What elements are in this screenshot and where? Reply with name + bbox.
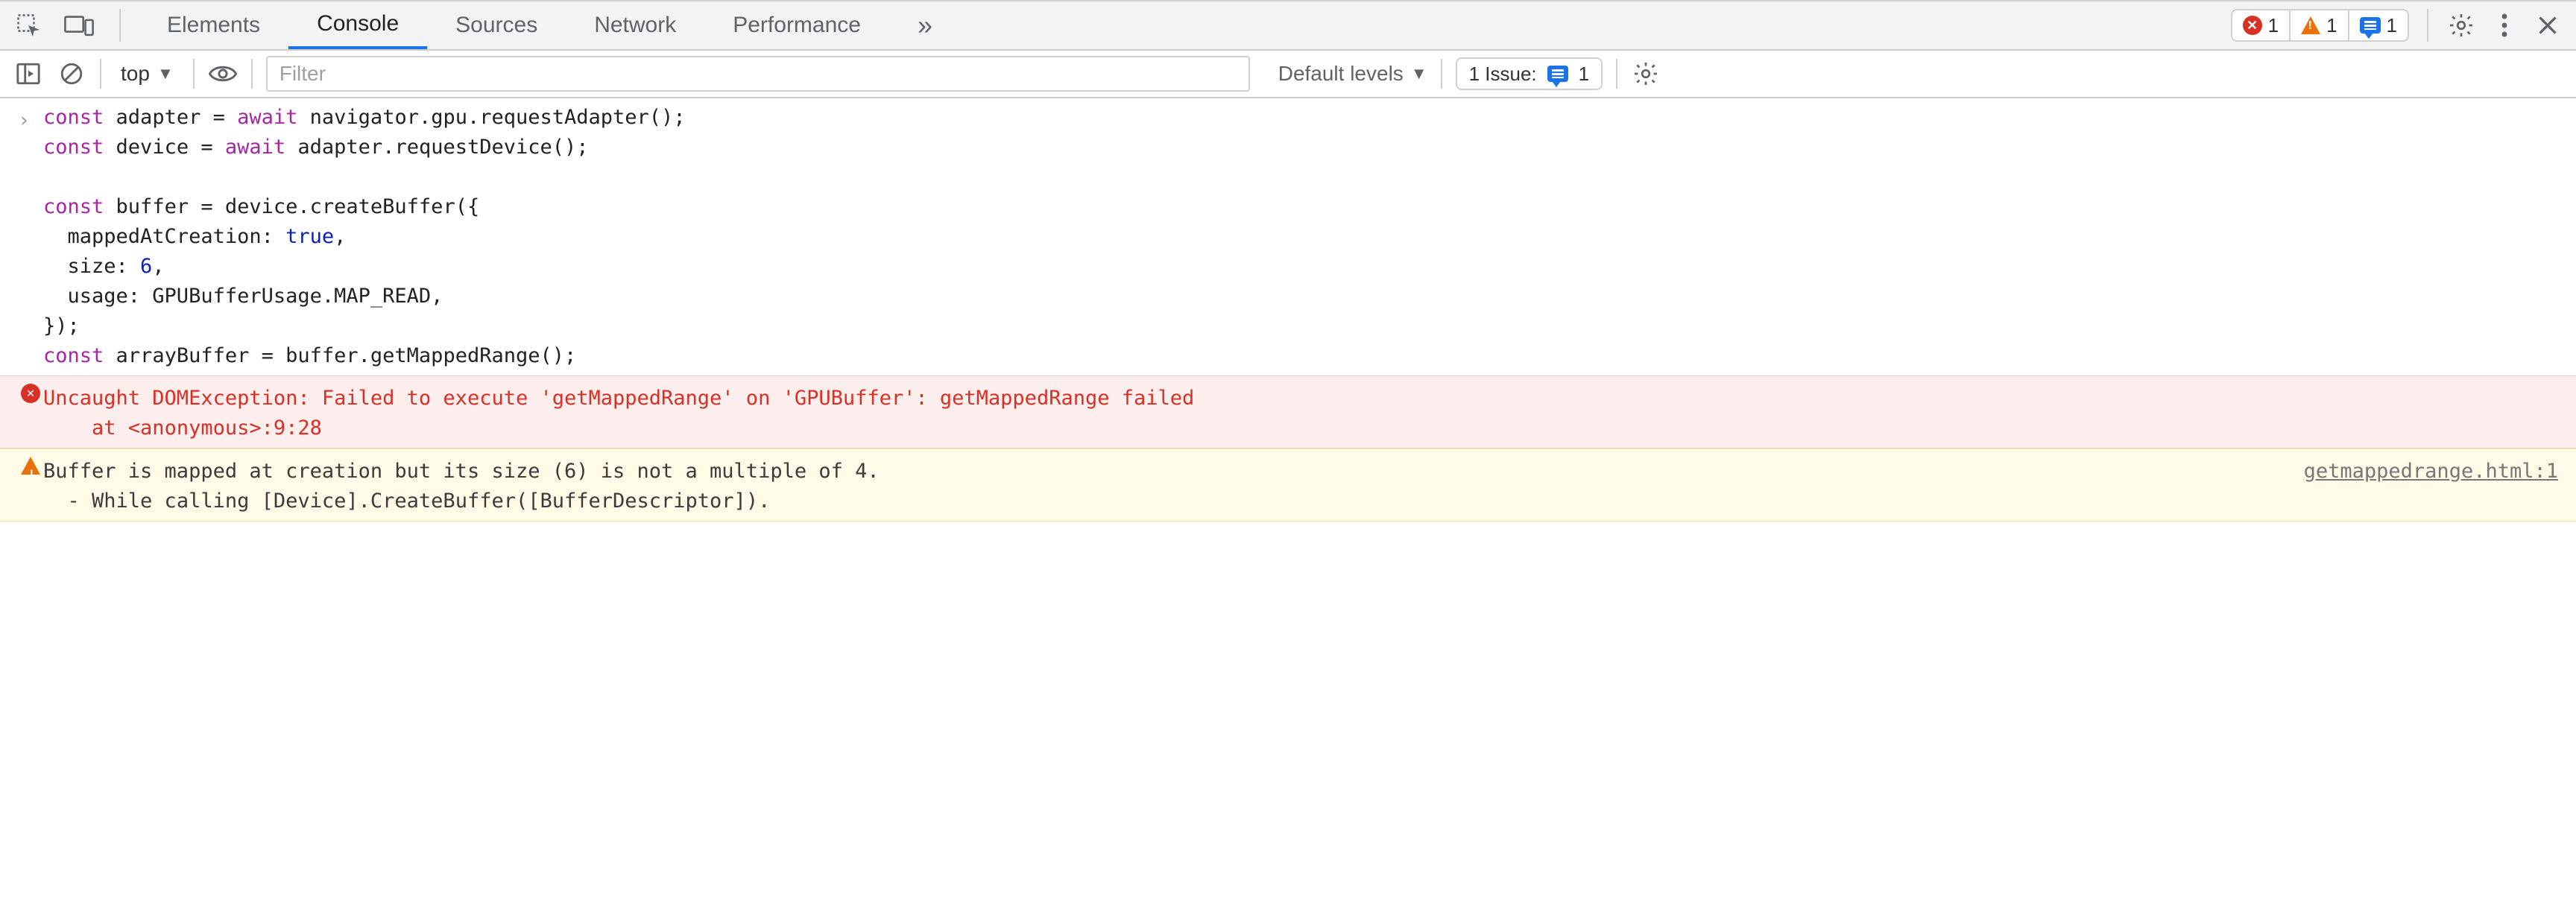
issues-count: 1	[1579, 63, 1589, 86]
console-error-entry[interactable]: ✕ Uncaught DOMException: Failed to execu…	[0, 375, 2576, 449]
dropdown-icon: ▼	[1411, 64, 1427, 83]
inspect-icon[interactable]	[13, 10, 43, 40]
issues-label: 1 Issue:	[1469, 63, 1537, 86]
tab-performance[interactable]: Performance	[704, 1, 889, 49]
info-count-badge[interactable]: 1	[2348, 10, 2408, 40]
warning-source-link[interactable]: getmappedrange.html:1	[2282, 454, 2558, 516]
message-counts[interactable]: ✕ 1 1 1	[2231, 9, 2409, 42]
toggle-sidebar-icon[interactable]	[13, 59, 43, 89]
info-icon	[1547, 66, 1568, 82]
console-warning-entry[interactable]: Buffer is mapped at creation but its siz…	[0, 449, 2576, 522]
separator	[100, 59, 101, 89]
log-levels-selector[interactable]: Default levels ▼	[1278, 62, 1427, 86]
warning-message: Buffer is mapped at creation but its siz…	[43, 454, 2282, 516]
separator	[119, 9, 121, 42]
info-count: 1	[2387, 14, 2397, 37]
error-icon: ✕	[2243, 16, 2262, 35]
error-count: 1	[2268, 14, 2279, 37]
devtools-tabstrip: Elements Console Sources Network Perform…	[0, 0, 2576, 51]
dropdown-icon: ▼	[157, 64, 174, 83]
issues-counter[interactable]: 1 Issue: 1	[1456, 57, 1603, 90]
warning-icon	[18, 454, 43, 516]
panel-tabs: Elements Console Sources Network Perform…	[139, 1, 961, 49]
more-tabs-button[interactable]: »	[889, 1, 961, 49]
tab-elements[interactable]: Elements	[139, 1, 288, 49]
console-input-code: const adapter = await navigator.gpu.requ…	[43, 103, 686, 371]
live-expression-eye-icon[interactable]	[208, 59, 238, 89]
console-toolbar: top ▼ Default levels ▼ 1 Issue: 1	[0, 51, 2576, 98]
device-toolbar-icon[interactable]	[64, 10, 94, 40]
context-label: top	[121, 62, 150, 86]
console-settings-gear-icon[interactable]	[1631, 59, 1661, 89]
kebab-menu-icon[interactable]	[2490, 10, 2519, 40]
separator	[1616, 59, 1617, 89]
warning-icon	[2301, 16, 2320, 34]
execution-context-selector[interactable]: top ▼	[115, 62, 180, 86]
error-icon: ✕	[18, 381, 43, 443]
separator	[251, 59, 253, 89]
info-icon	[2360, 17, 2381, 34]
tab-sources[interactable]: Sources	[427, 1, 566, 49]
tabstrip-leading	[0, 1, 139, 49]
levels-label: Default levels	[1278, 62, 1404, 86]
separator	[193, 59, 195, 89]
console-filter-input[interactable]	[266, 56, 1250, 92]
tabstrip-trailing: ✕ 1 1 1	[2217, 1, 2576, 49]
prompt-icon: ›	[18, 103, 43, 371]
console-output: › const adapter = await navigator.gpu.re…	[0, 98, 2576, 900]
tab-console[interactable]: Console	[288, 1, 427, 49]
error-count-badge[interactable]: ✕ 1	[2232, 10, 2289, 40]
console-input-entry[interactable]: › const adapter = await navigator.gpu.re…	[0, 98, 2576, 375]
tab-network[interactable]: Network	[566, 1, 704, 49]
warning-count-badge[interactable]: 1	[2289, 10, 2347, 40]
separator	[1441, 59, 1442, 89]
clear-console-icon[interactable]	[57, 59, 86, 89]
settings-gear-icon[interactable]	[2446, 10, 2476, 40]
warning-count: 1	[2326, 14, 2337, 37]
error-message: Uncaught DOMException: Failed to execute…	[43, 381, 2558, 443]
close-devtools-icon[interactable]	[2533, 10, 2563, 40]
separator	[2427, 9, 2428, 42]
